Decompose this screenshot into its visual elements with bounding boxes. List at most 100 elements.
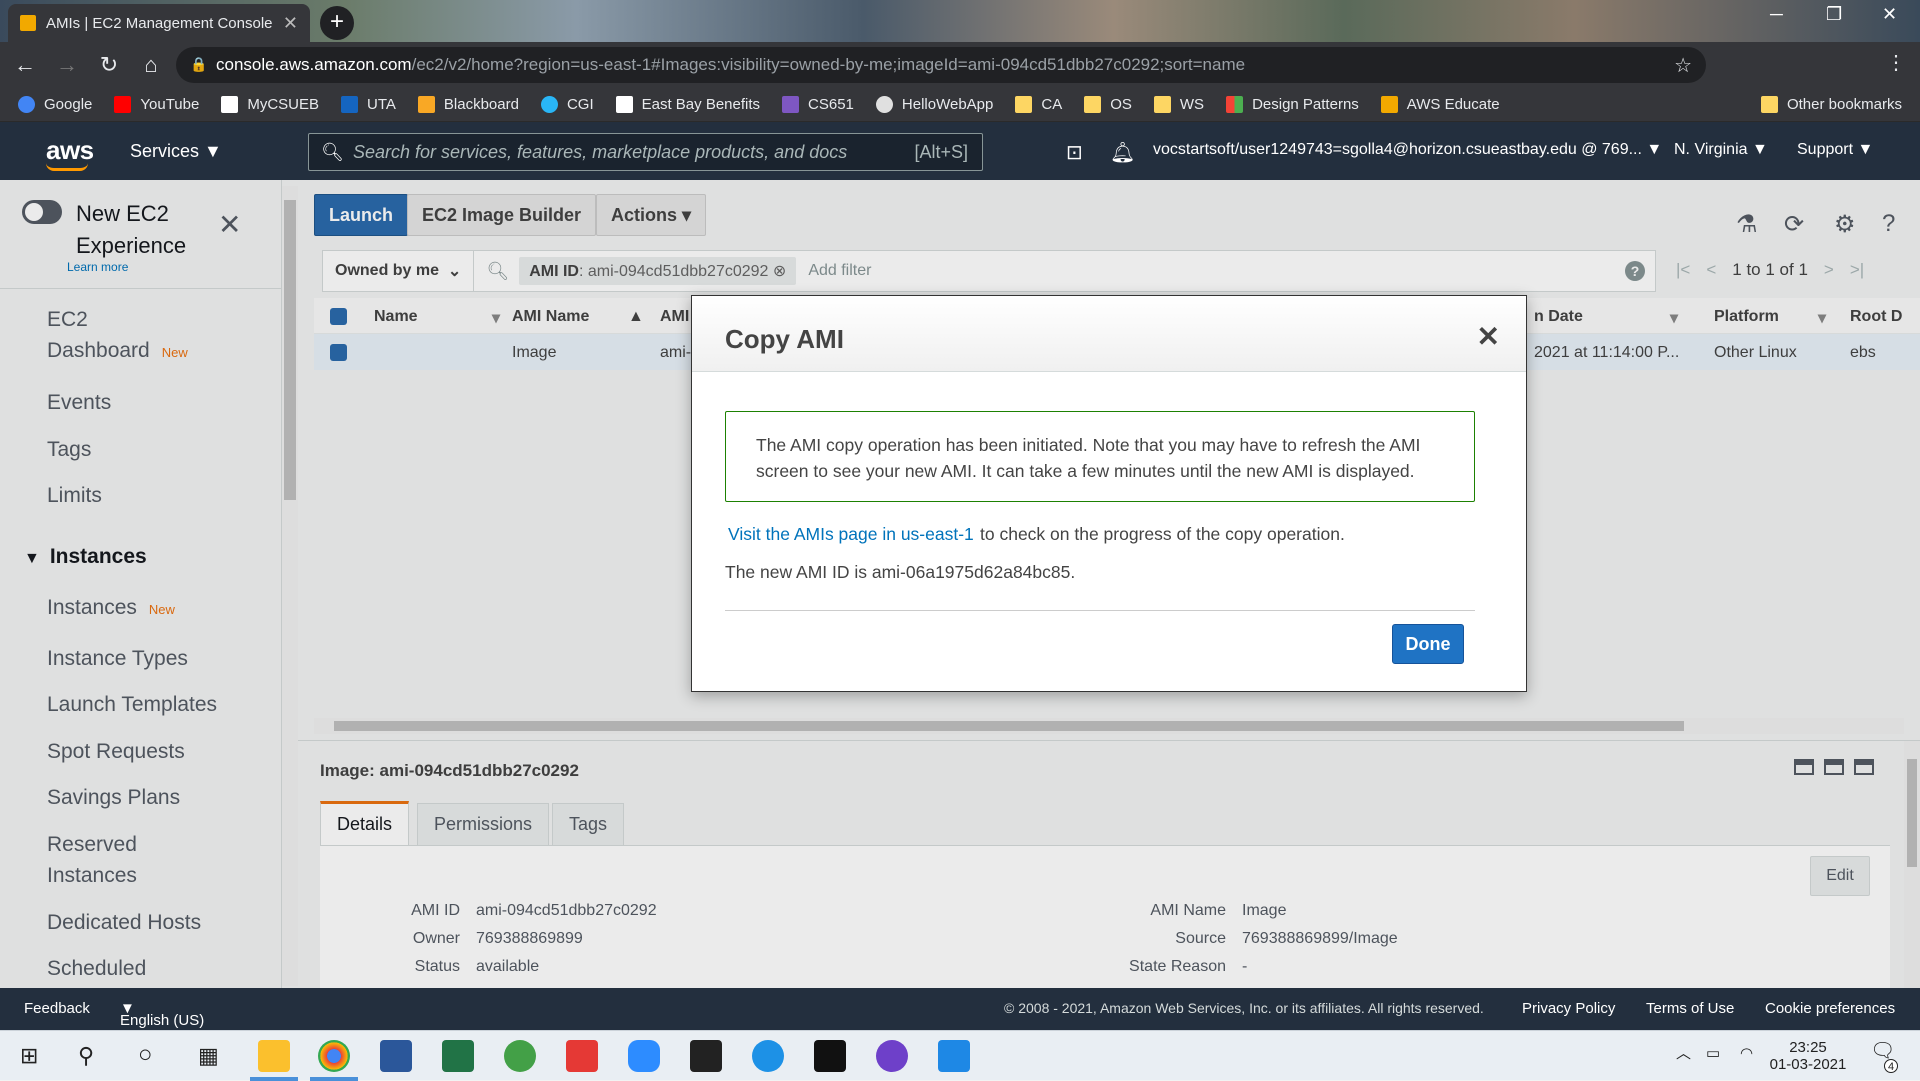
uta-icon <box>341 95 359 113</box>
bookmark-blackboard[interactable]: Blackboard <box>417 95 519 113</box>
bookmark-cs651[interactable]: CS651 <box>782 95 854 113</box>
box-icon <box>1380 95 1398 113</box>
battery-icon[interactable]: ▭ <box>1706 1045 1720 1062</box>
terms-link[interactable]: Terms of Use <box>1646 1000 1734 1017</box>
amis-page-link[interactable]: Visit the AMIs page in us-east-1 <box>728 524 974 545</box>
globe-icon <box>875 95 893 113</box>
word-icon[interactable] <box>380 1040 412 1072</box>
copy-ami-dialog: Copy AMI ✕ The AMI copy operation has be… <box>691 295 1527 692</box>
progress-text: to check on the progress of the copy ope… <box>980 524 1345 544</box>
zoom-icon[interactable] <box>628 1040 660 1072</box>
cloudshell-icon[interactable]: ⊡ <box>1066 140 1083 165</box>
bookmark-mycsueb[interactable]: MyCSUEB <box>221 95 319 113</box>
dialog-title: Copy AMI <box>725 324 844 354</box>
address-bar-row: ← → ↻ ⌂ 🔒 console.aws.amazon.com/ec2/v2/… <box>0 42 1920 116</box>
aws-favicon-icon <box>20 15 36 31</box>
notifications-icon[interactable]: 🗨︎ <box>1870 1041 1895 1061</box>
services-menu[interactable]: Services ▼ <box>130 141 222 162</box>
forward-icon[interactable]: → <box>50 52 84 78</box>
eb-icon <box>615 95 633 113</box>
active-app-indicator <box>250 1077 298 1081</box>
minimize-icon[interactable]: ─ <box>1770 4 1783 25</box>
windows-start-icon[interactable]: ⊞ <box>20 1043 38 1069</box>
new-tab-button[interactable]: + <box>320 6 354 40</box>
bookmark-star-icon[interactable]: ☆ <box>1674 53 1692 78</box>
close-icon[interactable]: ✕ <box>1477 320 1500 353</box>
bell-icon[interactable]: 🔔︎ <box>1110 140 1135 165</box>
search-icon[interactable]: ⚲ <box>78 1043 94 1069</box>
close-window-icon[interactable]: ✕ <box>1882 4 1897 25</box>
aws-top-nav: aws Services ▼ 🔍︎ Search for services, f… <box>0 122 1920 180</box>
clock[interactable]: 23:25 01-03-2021 <box>1768 1039 1848 1073</box>
privacy-link[interactable]: Privacy Policy <box>1522 1000 1615 1017</box>
bookmark-youtube[interactable]: YouTube <box>114 95 199 113</box>
photos-icon[interactable] <box>938 1040 970 1072</box>
aws-logo[interactable]: aws <box>46 135 94 171</box>
feedback-link[interactable]: Feedback <box>24 1000 90 1017</box>
file-explorer-icon[interactable] <box>258 1040 290 1072</box>
bookmark-design-patterns[interactable]: Design Patterns <box>1226 95 1359 113</box>
bookmark-os[interactable]: OS <box>1084 95 1132 113</box>
support-menu[interactable]: Support ▼ <box>1797 141 1873 159</box>
task-view-icon[interactable]: ▦ <box>198 1043 219 1069</box>
bookmark-aws-educate[interactable]: AWS Educate <box>1380 95 1500 113</box>
cortana-icon[interactable]: ○ <box>138 1041 153 1069</box>
url-host: console.aws.amazon.com <box>216 55 412 74</box>
other-bookmarks[interactable]: Other bookmarks <box>1760 95 1902 113</box>
aws-search-input[interactable]: 🔍︎ Search for services, features, market… <box>308 133 983 171</box>
chrome-icon[interactable] <box>318 1040 350 1072</box>
new-ami-id-text: The new AMI ID is ami-06a1975d62a84bc85. <box>725 562 1076 582</box>
wifi-icon[interactable]: ◠ <box>1740 1045 1753 1062</box>
github-icon[interactable] <box>876 1040 908 1072</box>
language-selector[interactable]: English (US) ▼ <box>120 1000 204 1029</box>
bookmark-cgi[interactable]: CGI <box>540 95 594 113</box>
dialog-header: Copy AMI ✕ <box>692 296 1526 372</box>
eclipse-icon[interactable] <box>504 1040 536 1072</box>
folder-icon <box>1153 95 1171 113</box>
done-button[interactable]: Done <box>1392 624 1464 664</box>
windows-logo-icon <box>1226 95 1244 113</box>
success-message: The AMI copy operation has been initiate… <box>725 411 1475 502</box>
caret-down-icon: ▼ <box>204 141 222 161</box>
maximize-icon[interactable]: ❐ <box>1826 4 1842 25</box>
bookmark-ws[interactable]: WS <box>1153 95 1204 113</box>
google-icon <box>18 95 35 113</box>
lc-icon <box>782 95 800 113</box>
eb-icon <box>221 95 239 113</box>
tab-title: AMIs | EC2 Management Console <box>46 14 273 32</box>
home-icon[interactable]: ⌂ <box>134 52 168 78</box>
divider <box>725 610 1475 611</box>
search-icon: 🔍︎ <box>321 142 344 162</box>
excel-icon[interactable] <box>442 1040 474 1072</box>
browser-tab-strip: AMIs | EC2 Management Console ✕ + ─ ❐ ✕ <box>0 0 1920 42</box>
sticky-notes-icon[interactable] <box>814 1040 846 1072</box>
bookmark-uta[interactable]: UTA <box>341 95 396 113</box>
lock-icon: 🔒 <box>190 56 208 72</box>
folder-icon <box>1760 95 1778 113</box>
cookie-preferences-link[interactable]: Cookie preferences <box>1765 1000 1895 1017</box>
bookmark-hellowebapp[interactable]: HelloWebApp <box>875 95 993 113</box>
reload-icon[interactable]: ↻ <box>92 52 126 78</box>
close-tab-icon[interactable]: ✕ <box>283 13 298 34</box>
blackboard-icon <box>417 95 435 113</box>
cloud-icon <box>540 95 558 113</box>
aws-smile-icon <box>46 163 88 171</box>
bookmarks-bar: Google YouTube MyCSUEB UTA Blackboard CG… <box>0 87 1920 122</box>
account-menu[interactable]: vocstartsoft/user1249743=sgolla4@horizon… <box>1153 141 1662 159</box>
url-path: /ec2/v2/home?region=us-east-1#Images:vis… <box>411 55 1246 74</box>
bookmark-ca[interactable]: CA <box>1015 95 1062 113</box>
url-input[interactable]: 🔒 console.aws.amazon.com/ec2/v2/home?reg… <box>176 47 1706 83</box>
bookmark-google[interactable]: Google <box>18 95 92 113</box>
bookmark-east-bay-benefits[interactable]: East Bay Benefits <box>615 95 760 113</box>
browser-tab[interactable]: AMIs | EC2 Management Console ✕ <box>8 4 310 42</box>
snipping-tool-icon[interactable] <box>566 1040 598 1072</box>
youtube-icon <box>114 95 132 113</box>
copyright: © 2008 - 2021, Amazon Web Services, Inc.… <box>1004 1000 1484 1016</box>
region-menu[interactable]: N. Virginia ▼ <box>1674 141 1768 159</box>
docker-icon[interactable] <box>752 1040 784 1072</box>
rubymine-icon[interactable] <box>690 1040 722 1072</box>
console-footer: Feedback English (US) ▼ © 2008 - 2021, A… <box>0 988 1920 1030</box>
browser-menu-icon[interactable]: ⋮ <box>1886 50 1906 75</box>
back-icon[interactable]: ← <box>8 52 42 78</box>
tray-chevron-icon[interactable]: ︿ <box>1676 1045 1691 1062</box>
